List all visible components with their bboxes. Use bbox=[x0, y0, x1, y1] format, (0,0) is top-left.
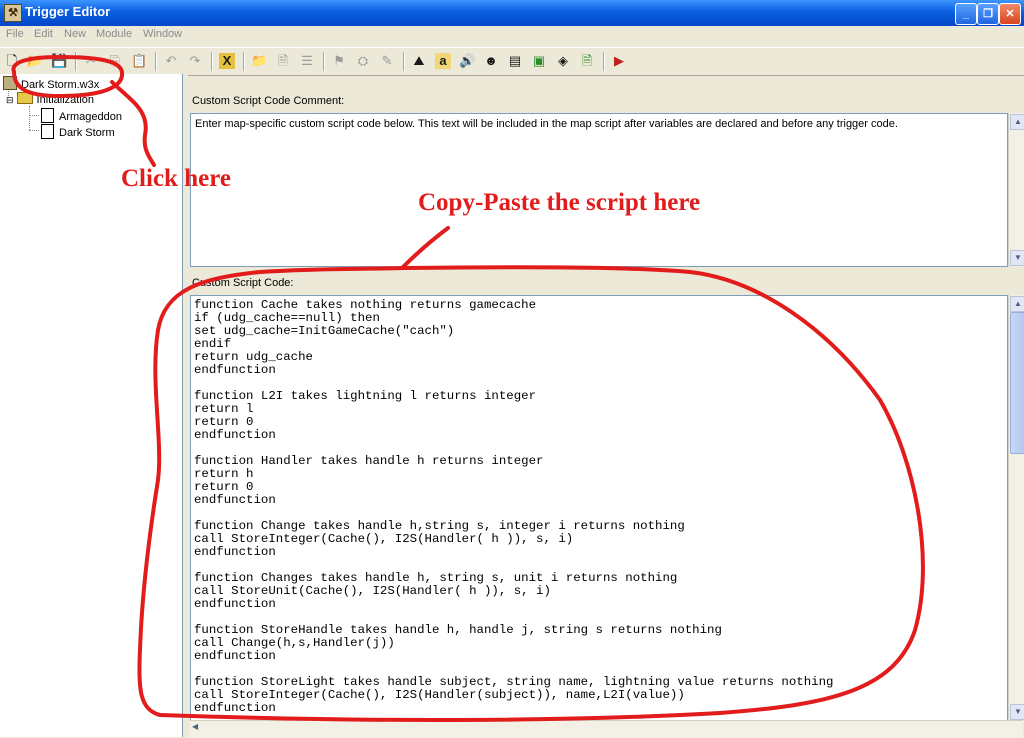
tree-root-label: Dark Storm.w3x bbox=[21, 79, 100, 91]
custom-script-code-editor[interactable]: function Cache takes nothing returns gam… bbox=[190, 295, 1008, 721]
menu-file[interactable]: File bbox=[6, 28, 24, 40]
tree-connector bbox=[29, 106, 30, 130]
paste-icon[interactable]: 📋 bbox=[131, 53, 147, 69]
map-icon bbox=[3, 76, 17, 90]
code-label: Custom Script Code: bbox=[192, 277, 294, 289]
toolbar-separator bbox=[155, 52, 157, 71]
toolbar-separator bbox=[75, 52, 77, 71]
collapse-icon[interactable]: ⊟ bbox=[6, 95, 14, 105]
toolbar-separator bbox=[211, 52, 213, 71]
toolbar-separator bbox=[323, 52, 325, 71]
tree-root-map[interactable]: Dark Storm.w3x bbox=[3, 76, 99, 91]
ai-editor-icon[interactable]: ☻ bbox=[483, 53, 499, 69]
code-horizontal-scrollbar[interactable]: ◀ bbox=[190, 720, 1023, 738]
title-bar[interactable]: ⚒ Trigger Editor _ ❐ ✕ bbox=[0, 0, 1024, 26]
click-here-annotation: Click here bbox=[121, 165, 231, 192]
toolbar: 🗋 📂 💾 ✂ ⎘ 📋 ↶ ↷ X 📁 🗎 ☰ ⚑ ⛭ ✎ ⛰ a 🔊 ☻ ▤ … bbox=[0, 47, 1024, 76]
toolbar-separator bbox=[243, 52, 245, 71]
scroll-up-icon[interactable]: ▲ bbox=[1010, 114, 1024, 130]
scroll-down-icon[interactable]: ▼ bbox=[1010, 704, 1024, 720]
tree-item-label: Dark Storm bbox=[59, 127, 115, 139]
minimize-button[interactable]: _ bbox=[955, 3, 977, 25]
new-category-icon[interactable]: 📁 bbox=[251, 53, 267, 69]
object-editor-icon[interactable]: a bbox=[435, 53, 451, 69]
scroll-left-icon[interactable]: ◀ bbox=[192, 722, 198, 731]
tree-category[interactable]: ⊟ Initialization bbox=[6, 92, 94, 106]
undo-icon[interactable]: ↶ bbox=[163, 53, 179, 69]
scroll-thumb[interactable] bbox=[1010, 312, 1024, 454]
test-map-icon[interactable]: 🗎 bbox=[579, 53, 595, 69]
toolbar-separator bbox=[403, 52, 405, 71]
menu-bar: File Edit New Module Window bbox=[0, 26, 1024, 45]
script-code-text: function Cache takes nothing returns gam… bbox=[194, 298, 834, 715]
folder-icon bbox=[16, 92, 33, 104]
new-trigger-icon[interactable]: 🗎 bbox=[275, 53, 291, 69]
sound-editor-icon[interactable]: 🔊 bbox=[459, 53, 475, 69]
new-condition-icon[interactable]: ⚑ bbox=[331, 53, 347, 69]
cut-icon[interactable]: ✂ bbox=[83, 53, 99, 69]
trigger-document-icon bbox=[41, 124, 54, 139]
new-comment-icon[interactable]: ✎ bbox=[379, 53, 395, 69]
new-map-icon[interactable]: 🗋 bbox=[4, 53, 20, 69]
object-manager-icon[interactable]: ◈ bbox=[555, 53, 571, 69]
menu-edit[interactable]: Edit bbox=[34, 28, 53, 40]
custom-text-icon[interactable]: X bbox=[219, 53, 235, 69]
tree-connector bbox=[29, 115, 39, 116]
import-manager-icon[interactable]: ▣ bbox=[531, 53, 547, 69]
comment-scrollbar[interactable]: ▲ ▼ bbox=[1008, 113, 1024, 267]
test-game-icon[interactable]: ▶ bbox=[611, 53, 627, 69]
comment-label: Custom Script Code Comment: bbox=[192, 95, 345, 107]
save-map-icon[interactable]: 💾 bbox=[51, 53, 67, 69]
menu-new[interactable]: New bbox=[64, 28, 86, 40]
open-map-icon[interactable]: 📂 bbox=[27, 53, 43, 69]
tree-item-dark-storm[interactable]: Dark Storm bbox=[41, 124, 115, 139]
window-title: Trigger Editor bbox=[25, 4, 111, 19]
paste-here-annotation: Copy-Paste the script here bbox=[418, 189, 701, 216]
terrain-editor-icon[interactable]: ⛰ bbox=[411, 53, 427, 69]
tree-category-label: Initialization bbox=[36, 94, 95, 106]
close-button[interactable]: ✕ bbox=[999, 3, 1021, 25]
menu-module[interactable]: Module bbox=[96, 28, 132, 40]
maximize-button[interactable]: ❐ bbox=[977, 3, 999, 25]
redo-icon[interactable]: ↷ bbox=[187, 53, 203, 69]
trigger-document-icon bbox=[41, 108, 54, 123]
comment-text: Enter map-specific custom script code be… bbox=[195, 118, 898, 130]
tree-item-label: Armageddon bbox=[59, 111, 122, 123]
code-vertical-scrollbar[interactable]: ▲ ▼ bbox=[1008, 295, 1024, 721]
scroll-up-icon[interactable]: ▲ bbox=[1010, 296, 1024, 312]
tree-item-armageddon[interactable]: Armageddon bbox=[41, 108, 122, 123]
new-action-icon[interactable]: ⛭ bbox=[355, 53, 371, 69]
new-event-icon[interactable]: ☰ bbox=[299, 53, 315, 69]
tree-connector bbox=[29, 130, 39, 131]
trigger-editor-app-icon: ⚒ bbox=[4, 4, 22, 22]
scroll-down-icon[interactable]: ▼ bbox=[1010, 250, 1024, 266]
toolbar-separator bbox=[603, 52, 605, 71]
copy-icon[interactable]: ⎘ bbox=[107, 53, 123, 69]
menu-window[interactable]: Window bbox=[143, 28, 182, 40]
campaign-editor-icon[interactable]: ▤ bbox=[507, 53, 523, 69]
